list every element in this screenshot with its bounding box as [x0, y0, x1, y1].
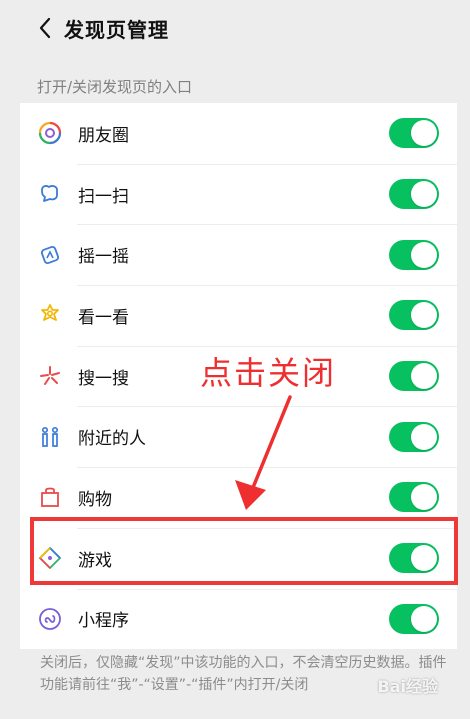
- list-item-top-stories: 看一看: [20, 285, 457, 346]
- item-label: 购物: [78, 489, 112, 510]
- toggle-knob: [411, 605, 437, 632]
- toggle-switch[interactable]: [389, 603, 439, 634]
- discover-management-page: 发现页管理 打开/关闭发现页的入口 朋友圈 扫一扫 摇一摇 看一看 搜一搜 附近…: [0, 0, 470, 719]
- toggle-knob: [411, 363, 437, 390]
- list-item-scan: 扫一扫: [20, 163, 457, 225]
- watermark: Bai经验: [377, 677, 438, 696]
- search-icon: [37, 363, 63, 389]
- section-label: 打开/关闭发现页的入口: [37, 78, 193, 96]
- item-label: 扫一扫: [78, 186, 129, 207]
- annotation-text: 点击关闭: [200, 354, 337, 392]
- item-label: 搜一搜: [78, 368, 129, 389]
- toggle-knob: [411, 181, 437, 208]
- item-label: 摇一摇: [78, 247, 129, 268]
- toggle-switch[interactable]: [389, 239, 439, 270]
- list-item-mini-programs: 小程序: [20, 588, 457, 650]
- list-item-moments: 朋友圈: [20, 103, 457, 164]
- header: 发现页管理: [0, 0, 470, 56]
- list-item-games: 游戏: [20, 527, 457, 589]
- scan-icon: [37, 181, 63, 207]
- toggle-switch[interactable]: [389, 421, 439, 452]
- item-label: 小程序: [78, 611, 129, 632]
- toggle-switch[interactable]: [389, 482, 439, 513]
- toggle-switch[interactable]: [389, 543, 439, 574]
- toggle-switch[interactable]: [389, 179, 439, 210]
- toggle-knob: [411, 302, 437, 329]
- shopping-bag-icon: [37, 484, 63, 510]
- item-label: 看一看: [78, 307, 129, 328]
- toggle-knob: [411, 120, 437, 147]
- people-nearby-icon: [37, 424, 63, 450]
- back-button[interactable]: [30, 13, 60, 43]
- moments-icon: [37, 120, 63, 146]
- games-icon: [37, 545, 63, 571]
- annotation-arrow: [235, 395, 292, 510]
- item-label: 游戏: [78, 550, 112, 571]
- toggle-knob: [411, 423, 437, 450]
- chevron-left-icon: [39, 17, 51, 39]
- toggle-switch[interactable]: [389, 300, 439, 331]
- list-item-shake: 摇一摇: [20, 224, 457, 285]
- toggle-switch[interactable]: [389, 118, 439, 149]
- toggle-knob: [411, 545, 437, 572]
- mini-programs-icon: [37, 606, 63, 632]
- shake-icon: [37, 242, 63, 268]
- page-title: 发现页管理: [64, 17, 169, 42]
- toggle-knob: [411, 484, 437, 511]
- toggle-knob: [411, 241, 437, 268]
- item-label: 朋友圈: [78, 125, 129, 146]
- top-stories-icon: [37, 302, 63, 328]
- toggle-switch[interactable]: [389, 361, 439, 392]
- item-label: 附近的人: [78, 429, 146, 450]
